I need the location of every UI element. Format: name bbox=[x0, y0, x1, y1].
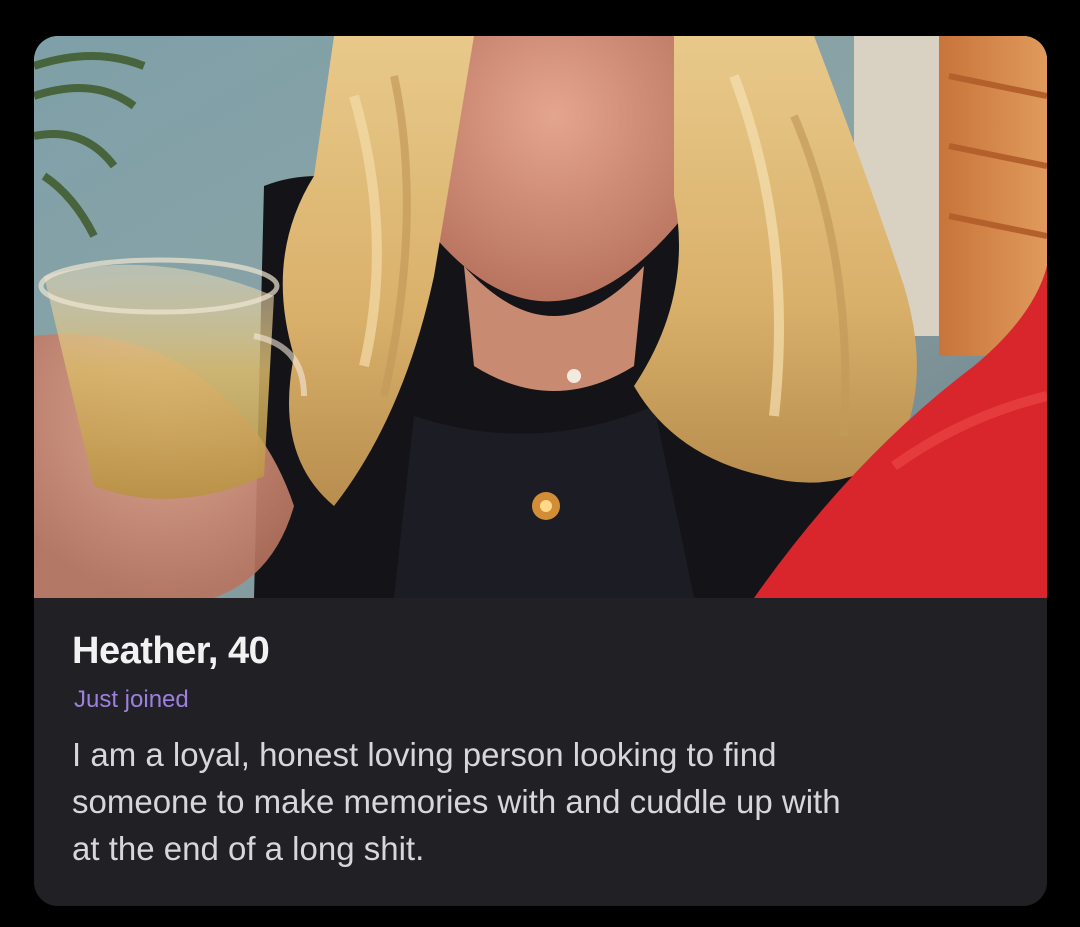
profile-photo[interactable] bbox=[34, 36, 1047, 598]
profile-name-age: Heather, 40 bbox=[72, 630, 270, 672]
bio-line: someone to make memories with and cuddle… bbox=[72, 783, 841, 820]
profile-card[interactable]: Heather, 40 Just joined I am a loyal, ho… bbox=[34, 36, 1047, 906]
profile-info: Heather, 40 Just joined I am a loyal, ho… bbox=[34, 598, 1047, 906]
status-badge: Just joined bbox=[74, 686, 189, 713]
bio-line: I am a loyal, honest loving person looki… bbox=[72, 736, 777, 773]
profile-bio: I am a loyal, honest loving person looki… bbox=[72, 731, 1022, 872]
profile-photo-image bbox=[34, 36, 1047, 598]
bio-line: at the end of a long shit. bbox=[72, 830, 425, 867]
